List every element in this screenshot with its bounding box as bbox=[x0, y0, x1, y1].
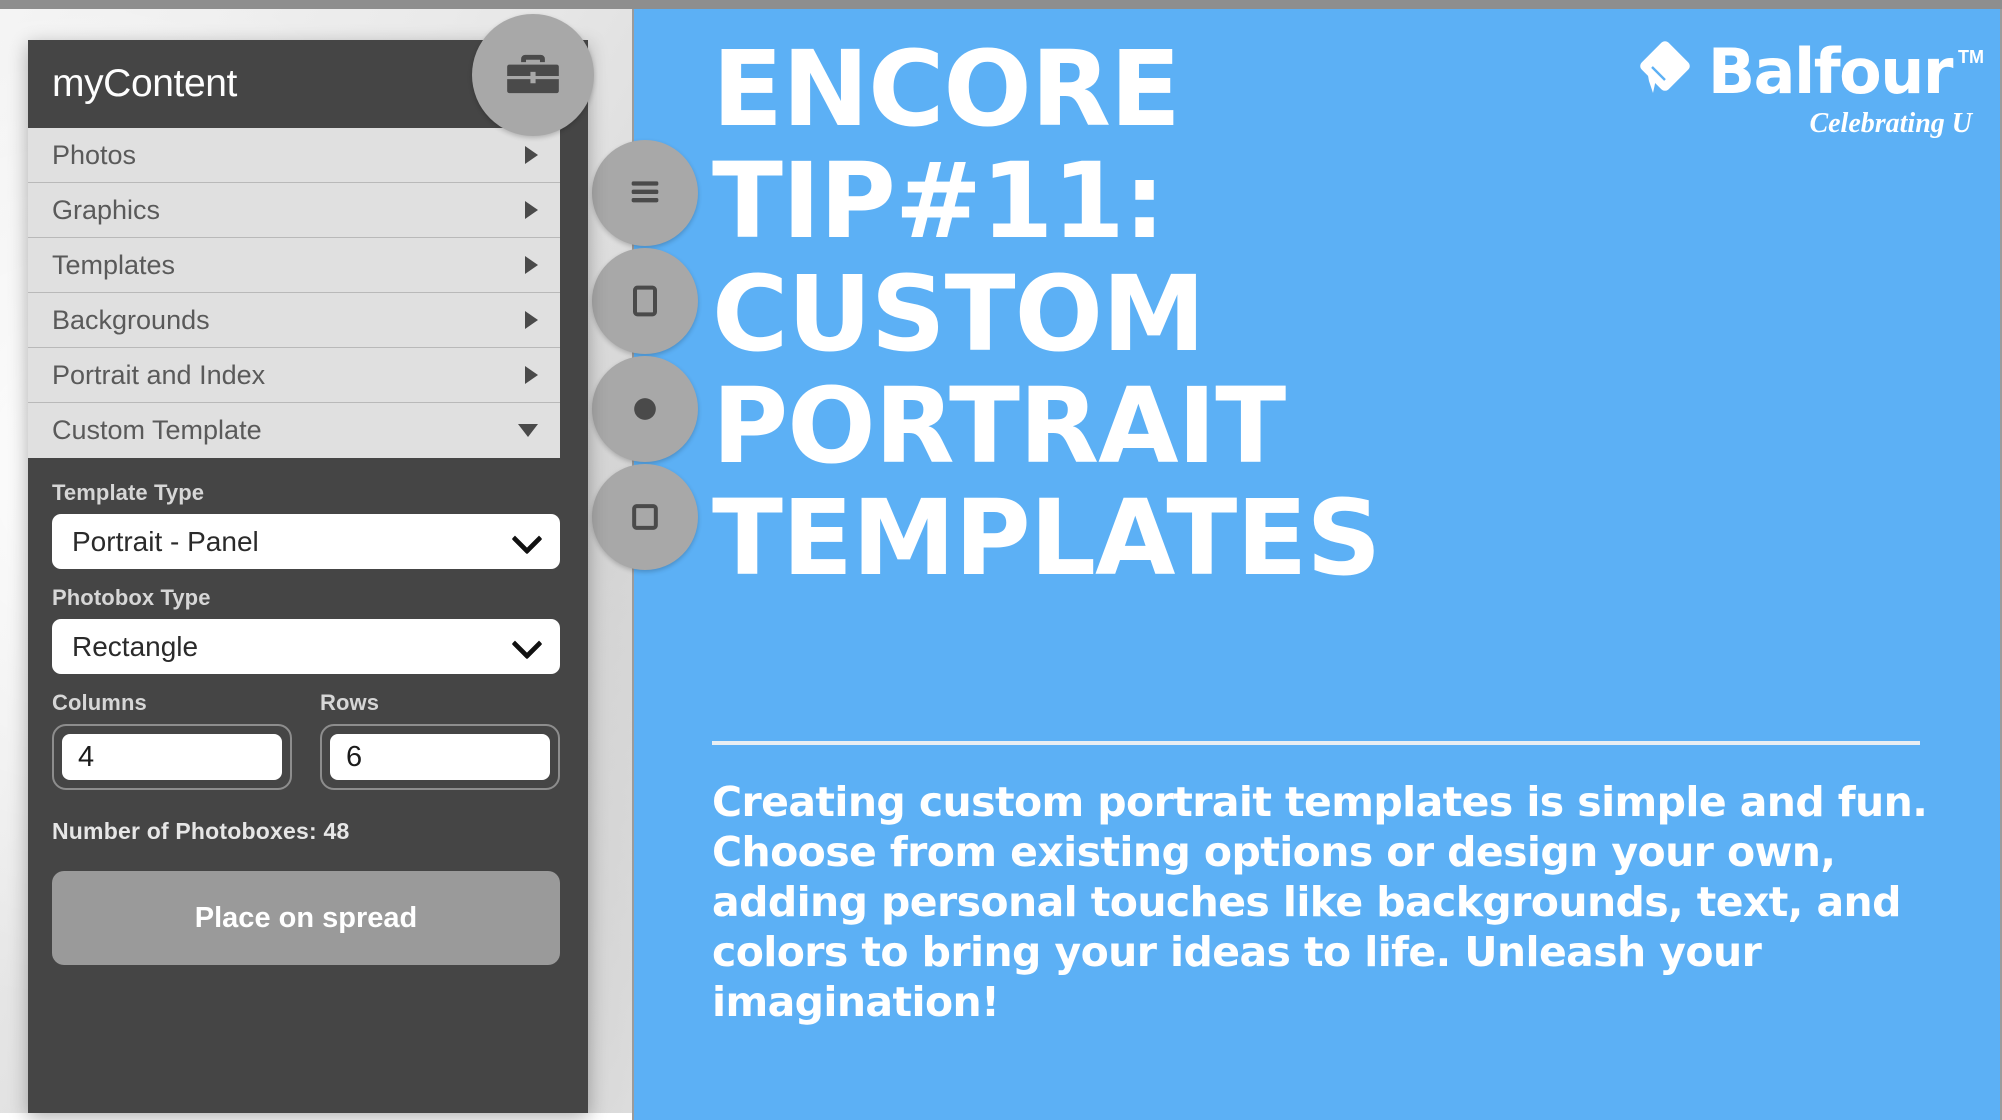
toolbar-button-frame[interactable] bbox=[592, 464, 698, 570]
window-chrome-bar bbox=[0, 0, 2002, 9]
photobox-type-value: Rectangle bbox=[72, 630, 199, 662]
menu-item-templates[interactable]: Templates bbox=[28, 238, 560, 293]
chevron-down-icon bbox=[511, 627, 543, 660]
columns-input-wrapper[interactable]: 4 bbox=[52, 724, 292, 790]
slide-body-copy: Creating custom portrait templates is si… bbox=[712, 778, 1928, 1027]
rows-label: Rows bbox=[320, 690, 380, 715]
headline-line-1: ENCORE bbox=[712, 28, 1181, 150]
menu-item-graphics[interactable]: Graphics bbox=[28, 183, 560, 238]
columns-label: Columns bbox=[52, 690, 147, 715]
toolbar-button-circle[interactable] bbox=[592, 356, 698, 462]
caret-right-icon bbox=[525, 256, 538, 274]
panel-title: myContent bbox=[52, 62, 237, 105]
headline-line-3: CUSTOM bbox=[712, 252, 1206, 375]
layers-icon bbox=[625, 173, 665, 213]
menu-item-label: Backgrounds bbox=[52, 304, 210, 335]
template-type-select[interactable]: Portrait - Panel bbox=[52, 514, 560, 569]
frame-icon bbox=[625, 497, 665, 537]
caret-right-icon bbox=[525, 201, 538, 219]
page-icon bbox=[625, 281, 665, 321]
menu-item-custom-template[interactable]: Custom Template bbox=[28, 403, 560, 458]
toolbar-button-layers[interactable] bbox=[592, 140, 698, 246]
columns-field-group: Columns 4 bbox=[52, 690, 292, 790]
menu-item-label: Graphics bbox=[52, 194, 161, 225]
menu-item-label: Templates bbox=[52, 249, 176, 280]
columns-input[interactable]: 4 bbox=[62, 734, 282, 780]
screenshot-root: myContent Photos Graphics Templates Back… bbox=[0, 0, 2002, 1120]
headline-divider bbox=[712, 741, 1920, 745]
toolbar-button-briefcase[interactable] bbox=[472, 14, 594, 136]
caret-right-icon bbox=[525, 366, 538, 384]
custom-template-form: Template Type Portrait - Panel Photobox … bbox=[28, 458, 588, 965]
grid-size-row: Columns 4 Rows 6 bbox=[52, 690, 560, 790]
caret-down-icon bbox=[518, 424, 538, 437]
rows-input-wrapper[interactable]: 6 bbox=[320, 724, 560, 790]
template-type-value: Portrait - Panel bbox=[72, 525, 259, 557]
headline-line-4: PORTRAIT bbox=[712, 364, 1286, 487]
canvas-bottom-strip bbox=[0, 1113, 632, 1120]
headline-line-5: TEMPLATES bbox=[712, 477, 1381, 600]
rows-input[interactable]: 6 bbox=[330, 734, 550, 780]
place-on-spread-label: Place on spread bbox=[194, 901, 418, 934]
chevron-down-icon bbox=[511, 522, 543, 555]
briefcase-icon bbox=[502, 44, 564, 106]
menu-item-label: Portrait and Index bbox=[52, 359, 266, 390]
photobox-type-label: Photobox Type bbox=[52, 585, 211, 610]
content-menu-list: Photos Graphics Templates Backgrounds Po… bbox=[28, 128, 588, 458]
photobox-type-select[interactable]: Rectangle bbox=[52, 619, 560, 674]
slide-headline: ENCORE TIP#11: CUSTOM PORTRAIT TEMPLATES bbox=[712, 33, 1972, 595]
menu-item-label: Custom Template bbox=[52, 415, 262, 445]
caret-right-icon bbox=[525, 146, 538, 164]
place-on-spread-button[interactable]: Place on spread bbox=[52, 871, 560, 965]
template-type-label: Template Type bbox=[52, 480, 205, 505]
menu-item-photos[interactable]: Photos bbox=[28, 128, 560, 183]
caret-right-icon bbox=[525, 311, 538, 329]
circle-icon bbox=[625, 389, 665, 429]
tip-slide: Balfour TM Celebrating U ENCORE TIP#11: … bbox=[632, 9, 2002, 1120]
photobox-count-text: Number of Photoboxes: 48 bbox=[52, 818, 350, 844]
menu-item-backgrounds[interactable]: Backgrounds bbox=[28, 293, 560, 348]
toolbar-button-page[interactable] bbox=[592, 248, 698, 354]
rows-field-group: Rows 6 bbox=[320, 690, 560, 790]
menu-item-portrait-and-index[interactable]: Portrait and Index bbox=[28, 348, 560, 403]
menu-item-label: Photos bbox=[52, 139, 137, 170]
mycontent-panel: myContent Photos Graphics Templates Back… bbox=[28, 40, 588, 1113]
headline-line-2: TIP#11: bbox=[712, 140, 1165, 263]
